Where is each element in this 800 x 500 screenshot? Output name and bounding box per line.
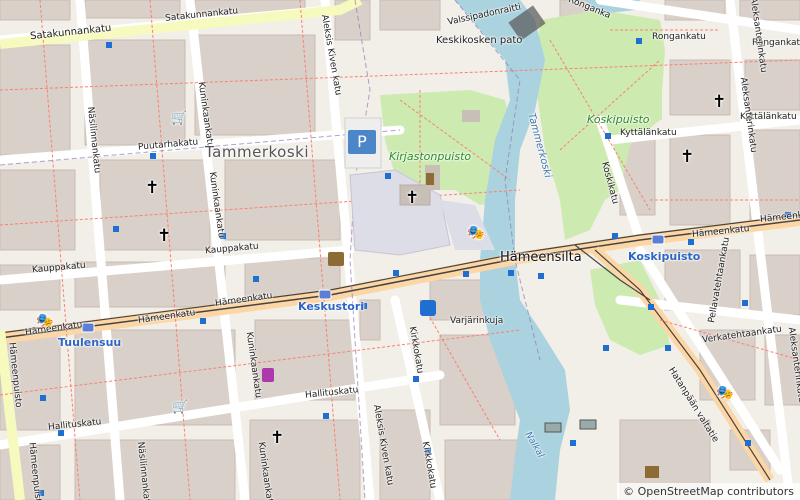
map-canvas[interactable]: P ✝ ✝ ✝ ✝ ✝ ✝ 🛒 🛒 🎭 🎭 🎭 Satakunnankatu S… (0, 0, 800, 500)
map-attribution[interactable]: © OpenStreetMap contributors (617, 483, 800, 500)
map-base-layer (0, 0, 800, 500)
